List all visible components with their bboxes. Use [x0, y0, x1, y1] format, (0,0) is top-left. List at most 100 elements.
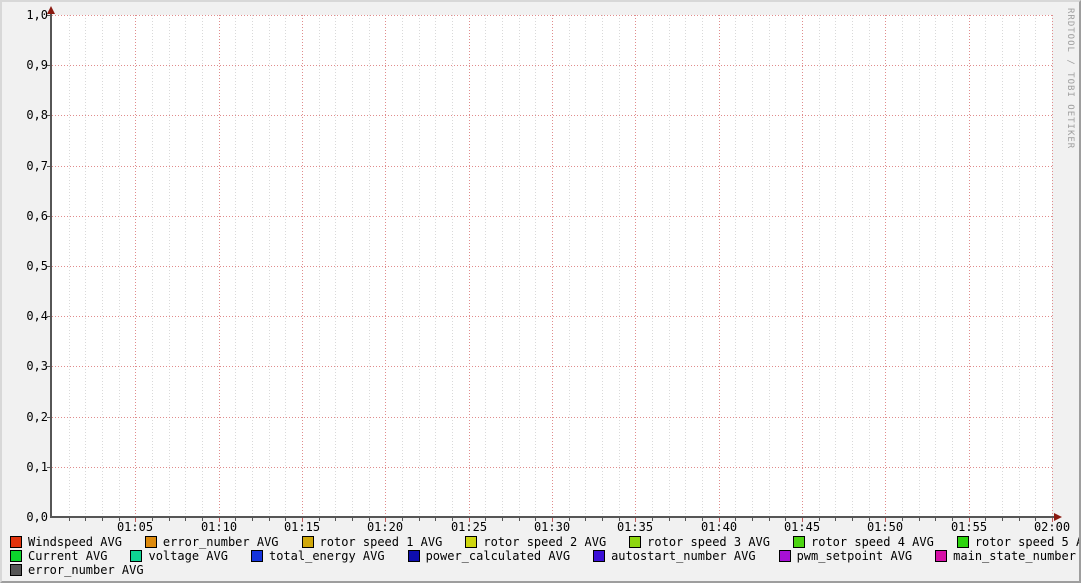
legend-label: total_energy AVG: [269, 549, 385, 563]
grid-line-major-horizontal: [52, 266, 1052, 267]
y-axis-label: 0,4: [4, 309, 48, 323]
y-axis-label: 0,6: [4, 209, 48, 223]
legend-label: power_calculated AVG: [426, 549, 571, 563]
grid-line-major-horizontal: [52, 216, 1052, 217]
grid-line-major-horizontal: [52, 417, 1052, 418]
legend-swatch: [10, 536, 22, 548]
y-axis-label: 0,7: [4, 159, 48, 173]
legend-label: Current AVG: [28, 549, 107, 563]
x-axis-label: 02:00: [1020, 520, 1081, 534]
legend-item: Windspeed AVG: [10, 535, 122, 549]
x-axis-tick: [335, 518, 336, 521]
y-axis-label: 0,3: [4, 359, 48, 373]
legend-item: rotor speed 3 AVG: [629, 535, 770, 549]
legend-label: rotor speed 3 AVG: [647, 535, 770, 549]
grid-line-major-horizontal: [52, 115, 1052, 116]
legend-item: voltage AVG: [130, 549, 227, 563]
legend-label: rotor speed 1 AVG: [320, 535, 443, 549]
legend-item: rotor speed 4 AVG: [793, 535, 934, 549]
legend-swatch: [779, 550, 791, 562]
x-axis-tick: [502, 518, 503, 521]
y-axis-label: 0,9: [4, 58, 48, 72]
x-axis-tick: [419, 518, 420, 521]
x-axis-tick: [1002, 518, 1003, 521]
legend-item: rotor speed 1 AVG: [302, 535, 443, 549]
x-axis-tick: [919, 518, 920, 521]
x-axis-label: 01:05: [103, 520, 167, 534]
legend-swatch: [935, 550, 947, 562]
legend-item: rotor speed 2 AVG: [465, 535, 606, 549]
legend-label: rotor speed 2 AVG: [483, 535, 606, 549]
grid-line-major-horizontal: [52, 65, 1052, 66]
legend-row: error_number AVG: [10, 563, 1081, 577]
watermark: RRDTOOL / TOBI OETIKER: [1065, 8, 1075, 149]
legend-item: Current AVG: [10, 549, 107, 563]
y-axis-label: 0,1: [4, 460, 48, 474]
legend-swatch: [302, 536, 314, 548]
legend-label: error_number AVG: [163, 535, 279, 549]
y-axis-arrow-icon: [47, 6, 55, 14]
legend-row: Current AVG voltage AVG total_energy AVG po…: [10, 549, 1081, 563]
x-axis-label: 01:25: [437, 520, 501, 534]
legend-item: autostart_number AVG: [593, 549, 756, 563]
legend-label: voltage AVG: [148, 549, 227, 563]
legend-swatch: [629, 536, 641, 548]
x-axis-tick: [185, 518, 186, 521]
y-axis-label: 0,8: [4, 108, 48, 122]
x-axis-tick: [685, 518, 686, 521]
x-axis-label: 01:35: [603, 520, 667, 534]
x-axis-tick: [435, 518, 436, 521]
legend-swatch: [957, 536, 969, 548]
grid-line-major-horizontal: [52, 15, 1052, 16]
x-axis-tick: [669, 518, 670, 521]
x-axis-tick: [85, 518, 86, 521]
legend-label: pwm_setpoint AVG: [797, 549, 913, 563]
x-axis-label: 01:40: [687, 520, 751, 534]
x-axis-tick: [169, 518, 170, 521]
legend-item: power_calculated AVG: [408, 549, 571, 563]
legend-item: total_energy AVG: [251, 549, 385, 563]
x-axis-label: 01:20: [353, 520, 417, 534]
x-axis-tick: [252, 518, 253, 521]
legend-item: error_number AVG: [145, 535, 279, 549]
legend-swatch: [251, 550, 263, 562]
legend-swatch: [793, 536, 805, 548]
legend-item: pwm_setpoint AVG: [779, 549, 913, 563]
plot-area: [52, 15, 1052, 517]
x-axis-label: 01:55: [937, 520, 1001, 534]
legend-swatch: [408, 550, 420, 562]
legend-swatch: [130, 550, 142, 562]
legend-label: error_number AVG: [28, 563, 144, 577]
legend-item: rotor speed 5 AVG: [957, 535, 1081, 549]
legend-swatch: [145, 536, 157, 548]
y-axis-label: 1,0: [4, 8, 48, 22]
legend-swatch: [465, 536, 477, 548]
legend-label: Windspeed AVG: [28, 535, 122, 549]
legend-label: autostart_number AVG: [611, 549, 756, 563]
legend: Windspeed AVG error_number AVG rotor speed…: [10, 535, 1081, 577]
grid-line-major-horizontal: [52, 366, 1052, 367]
x-axis-tick: [585, 518, 586, 521]
legend-item: main_state_number AVG: [935, 549, 1081, 563]
x-axis-label: 01:30: [520, 520, 584, 534]
y-axis-label: 0,2: [4, 410, 48, 424]
x-axis-tick: [935, 518, 936, 521]
grid-line-major-vertical: [1052, 15, 1053, 517]
x-axis-tick: [835, 518, 836, 521]
legend-label: rotor speed 4 AVG: [811, 535, 934, 549]
y-axis-line: [50, 12, 52, 518]
y-axis-label: 0,0: [4, 510, 48, 524]
legend-label: rotor speed 5 AVG: [975, 535, 1081, 549]
legend-swatch: [593, 550, 605, 562]
x-axis-tick: [69, 518, 70, 521]
x-axis-label: 01:15: [270, 520, 334, 534]
x-axis-tick: [752, 518, 753, 521]
legend-row: Windspeed AVG error_number AVG rotor speed…: [10, 535, 1081, 549]
x-axis-label: 01:45: [770, 520, 834, 534]
rrd-graph-canvas: 0,00,10,20,30,40,50,60,70,80,91,0 01:050…: [0, 0, 1081, 583]
grid-line-major-horizontal: [52, 467, 1052, 468]
grid-line-major-horizontal: [52, 316, 1052, 317]
legend-item: error_number AVG: [10, 563, 144, 577]
legend-swatch: [10, 564, 22, 576]
x-axis-label: 01:10: [187, 520, 251, 534]
